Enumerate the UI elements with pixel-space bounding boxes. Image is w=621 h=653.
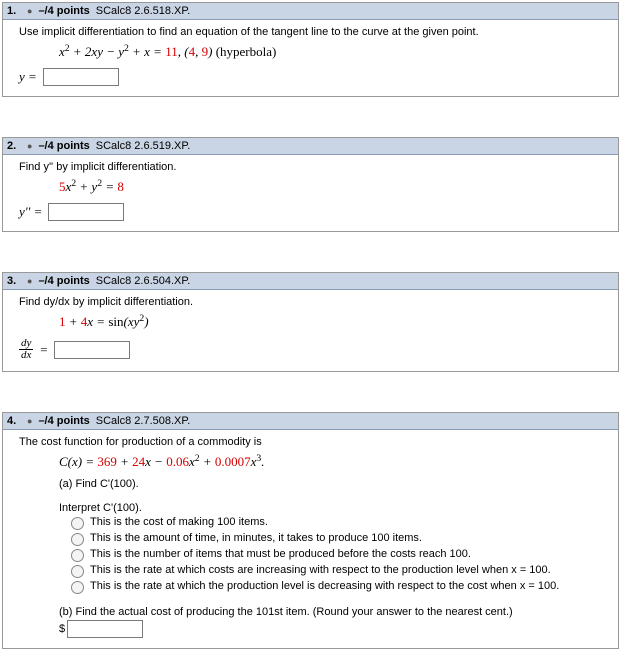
points-label: –/4 points (38, 415, 89, 427)
answer-input[interactable] (48, 203, 124, 221)
question-4-header: 4. ● –/4 points SCalc8 2.7.508.XP. (3, 413, 618, 430)
answer-row: y'' = (19, 203, 608, 221)
points-label: –/4 points (38, 140, 89, 152)
prompt: Find y'' by implicit differentiation. (19, 161, 608, 173)
question-number: 2. (7, 140, 21, 152)
interpret-block: Interpret C'(100). This is the cost of m… (59, 502, 608, 594)
cost-equation: C(x) = 369 + 24x − 0.06x2 + 0.0007x3. (59, 454, 608, 470)
part-b-answer: $ (59, 620, 608, 638)
question-2-body: Find y'' by implicit differentiation. 5x… (3, 155, 618, 231)
prompt: Use implicit differentiation to find an … (19, 26, 608, 38)
option-4[interactable]: This is the rate at which costs are incr… (71, 564, 608, 578)
question-2-header: 2. ● –/4 points SCalc8 2.6.519.XP. (3, 138, 618, 155)
question-1-header: 1. ● –/4 points SCalc8 2.6.518.XP. (3, 3, 618, 20)
bullet-icon: ● (27, 416, 32, 426)
question-number: 3. (7, 275, 21, 287)
answer-input[interactable] (43, 68, 119, 86)
equals-sign: = (39, 342, 48, 358)
radio-icon[interactable] (71, 533, 84, 546)
question-3: 3. ● –/4 points SCalc8 2.6.504.XP. Find … (2, 272, 619, 372)
dy-dx-fraction: dy dx (19, 338, 33, 361)
answer-label: y'' = (19, 204, 42, 220)
answer-row: dy dx = (19, 338, 608, 361)
question-number: 1. (7, 5, 21, 17)
textbook-ref: SCalc8 2.7.508.XP. (96, 415, 191, 427)
bullet-icon: ● (27, 276, 32, 286)
question-3-body: Find dy/dx by implicit differentiation. … (3, 290, 618, 371)
points-label: –/4 points (38, 275, 89, 287)
question-2: 2. ● –/4 points SCalc8 2.6.519.XP. Find … (2, 137, 619, 232)
question-3-header: 3. ● –/4 points SCalc8 2.6.504.XP. (3, 273, 618, 290)
question-4: 4. ● –/4 points SCalc8 2.7.508.XP. The c… (2, 412, 619, 649)
answer-row: y = (19, 68, 608, 86)
option-text: This is the amount of time, in minutes, … (90, 532, 422, 544)
interpret-label: Interpret C'(100). (59, 502, 608, 514)
radio-icon[interactable] (71, 581, 84, 594)
answer-input[interactable] (54, 341, 130, 359)
option-text: This is the rate at which the production… (90, 580, 559, 592)
answer-label: y = (19, 69, 37, 85)
prompt: The cost function for production of a co… (19, 436, 608, 448)
equation: 5x2 + y2 = 8 (59, 179, 608, 195)
bullet-icon: ● (27, 141, 32, 151)
question-4-body: The cost function for production of a co… (3, 430, 618, 648)
equation: x2 + 2xy − y2 + x = 11, (4, 9) (hyperbol… (59, 44, 608, 60)
option-5[interactable]: This is the rate at which the production… (71, 580, 608, 594)
part-a-label: (a) Find C'(100). (59, 478, 608, 490)
option-text: This is the number of items that must be… (90, 548, 471, 560)
option-text: This is the rate at which costs are incr… (90, 564, 551, 576)
radio-icon[interactable] (71, 517, 84, 530)
bullet-icon: ● (27, 6, 32, 16)
option-2[interactable]: This is the amount of time, in minutes, … (71, 532, 608, 546)
option-3[interactable]: This is the number of items that must be… (71, 548, 608, 562)
currency-symbol: $ (59, 623, 65, 635)
option-text: This is the cost of making 100 items. (90, 516, 268, 528)
question-1-body: Use implicit differentiation to find an … (3, 20, 618, 96)
radio-icon[interactable] (71, 565, 84, 578)
points-label: –/4 points (38, 5, 89, 17)
radio-icon[interactable] (71, 549, 84, 562)
textbook-ref: SCalc8 2.6.504.XP. (96, 275, 191, 287)
cost-answer-input[interactable] (67, 620, 143, 638)
option-1[interactable]: This is the cost of making 100 items. (71, 516, 608, 530)
prompt: Find dy/dx by implicit differentiation. (19, 296, 608, 308)
equation: 1 + 4x = sin(xy2) (59, 314, 608, 330)
part-b-label: (b) Find the actual cost of producing th… (59, 606, 608, 618)
textbook-ref: SCalc8 2.6.518.XP. (96, 5, 191, 17)
fraction-denominator: dx (19, 350, 33, 361)
textbook-ref: SCalc8 2.6.519.XP. (96, 140, 191, 152)
question-1: 1. ● –/4 points SCalc8 2.6.518.XP. Use i… (2, 2, 619, 97)
question-number: 4. (7, 415, 21, 427)
